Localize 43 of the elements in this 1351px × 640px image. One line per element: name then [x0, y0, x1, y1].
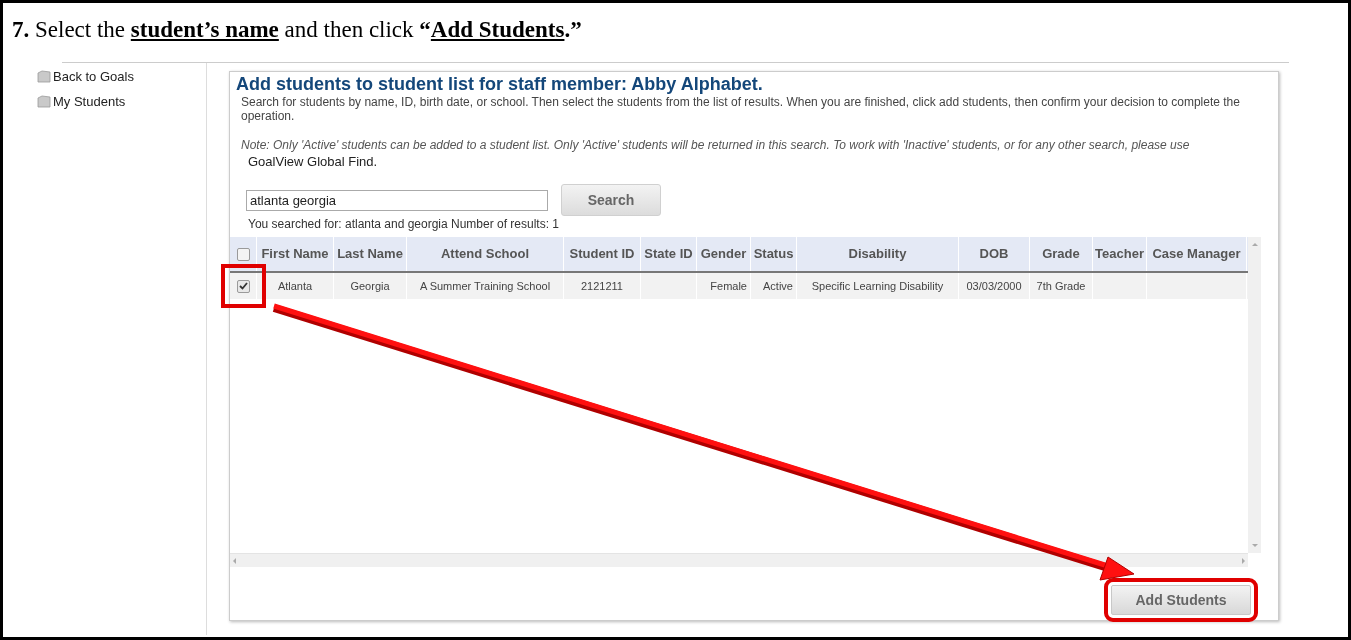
table-cell-text: 2121211 [581, 278, 623, 294]
column-header: Last Name [334, 237, 407, 271]
scroll-left-icon[interactable] [233, 557, 236, 564]
search-button[interactable]: Search [561, 184, 661, 216]
column-header: Disability [797, 237, 959, 271]
column-header: State ID [641, 237, 697, 271]
table-cell-text: Female [710, 278, 747, 294]
checkmark-icon [238, 282, 248, 290]
horizontal-scrollbar[interactable] [230, 553, 1248, 567]
table-cell-text: 03/03/2000 [966, 278, 1022, 294]
scroll-up-icon[interactable] [1251, 243, 1258, 246]
column-header: Status [751, 237, 797, 271]
column-header: Student ID [564, 237, 641, 271]
checkbox[interactable] [236, 279, 250, 293]
column-header: DOB [959, 237, 1030, 271]
scroll-right-icon[interactable] [1242, 557, 1245, 564]
table-cell-text: Specific Learning Disability [811, 278, 944, 294]
scroll-down-icon[interactable] [1251, 544, 1258, 547]
column-header: Case Manager [1147, 237, 1247, 271]
table-cell-text: Active [763, 278, 793, 294]
sidebar-link[interactable]: My Students [53, 91, 126, 111]
sidebar-link[interactable]: Back to Goals [53, 67, 134, 87]
checkbox[interactable] [236, 247, 250, 261]
column-header: First Name [257, 237, 334, 271]
global-find-link[interactable]: GoalView Global Find. [236, 154, 1272, 170]
column-header: Attend School [407, 237, 564, 271]
folder-icon [37, 70, 51, 84]
table-cell-text: 7th Grade [1036, 278, 1086, 294]
column-header: Grade [1030, 237, 1093, 271]
folder-icon [37, 94, 51, 108]
vertical-scrollbar[interactable] [1248, 237, 1261, 553]
table-cell-text: Atlanta [277, 278, 313, 294]
search-summary: You searched for: atlanta and georgia [248, 217, 449, 231]
note-text: Note: Only 'Active' students can be added to a student list. Only 'Active' students will be returned in this search. To work with 'Inactive' students, or for any other search, please use [240, 138, 1191, 152]
table-cell-text: A Summer Training School [419, 278, 551, 294]
search-field[interactable]: atlanta georgia [246, 189, 548, 211]
table-cell-text: Georgia [350, 278, 390, 294]
panel-title: Add students to student list for staff member: Abby Alphabet. [236, 73, 764, 95]
result-count: Number of results: 1 [451, 217, 560, 231]
instruction-heading: 7. Select the student’s name and then click “Add Students.” [12, 16, 583, 44]
description-text: Search for students by name, ID, birth date, or school. Then select the students from the list of results. When you are finished, click add students, then confirm your decision to complete the operation. [240, 95, 1241, 123]
column-header: Gender [697, 237, 751, 271]
column-header: Teacher [1093, 237, 1147, 271]
